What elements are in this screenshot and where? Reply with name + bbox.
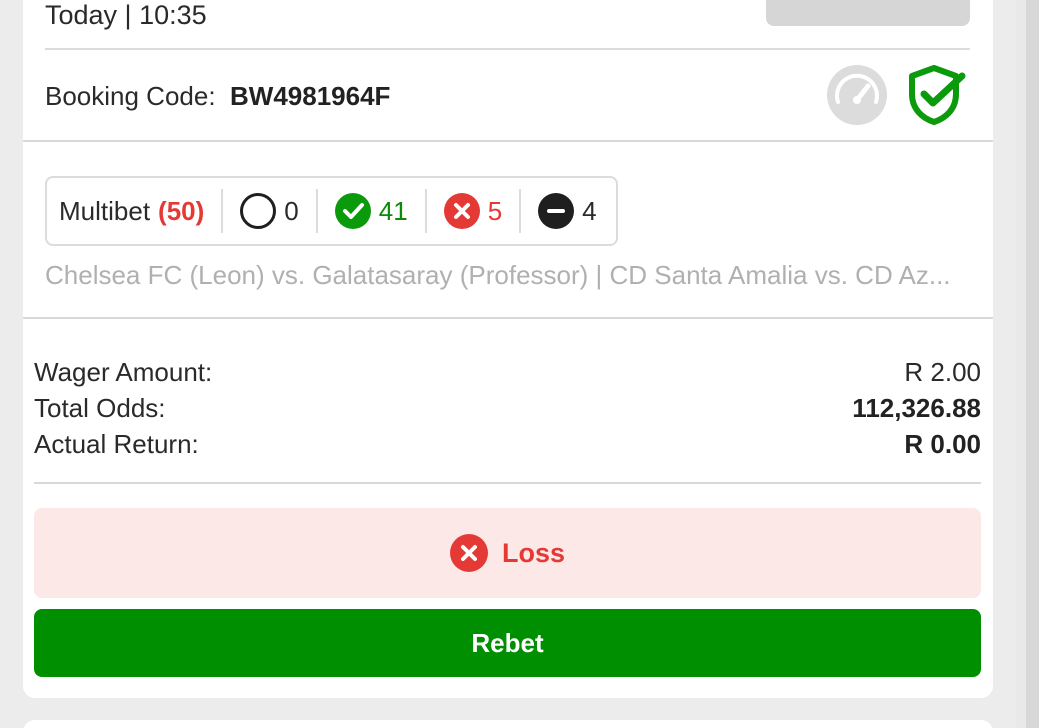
void-count: 4	[582, 195, 597, 226]
speedometer-icon[interactable]	[826, 64, 888, 126]
check-circle-icon	[334, 193, 371, 229]
multibet-count: (50)	[158, 195, 205, 226]
bet-status-banner: Loss	[34, 508, 981, 598]
open-circle-icon	[240, 193, 277, 229]
bet-summary: Multibet (50) 0 41 5 4	[45, 176, 618, 246]
total-odds-label: Total Odds:	[34, 393, 166, 423]
loss-x-icon	[449, 534, 488, 572]
bet-date-time: Today | 10:35	[45, 0, 207, 30]
minus-circle-icon	[538, 193, 575, 229]
open-count: 0	[284, 195, 299, 226]
bet-status-label: Loss	[501, 537, 566, 568]
wager-amount-label: Wager Amount:	[34, 357, 213, 387]
total-odds-value: 112,326.88	[852, 393, 981, 423]
next-bet-card	[23, 720, 993, 728]
won-segment: 41	[315, 189, 425, 233]
lost-count: 5	[487, 195, 503, 226]
total-odds-row: Total Odds: 112,326.88	[34, 393, 981, 424]
void-segment: 4	[519, 189, 613, 233]
bet-history-page: Today | 10:35 Detail View Booking Code: …	[0, 0, 1039, 728]
lost-segment: 5	[424, 189, 519, 233]
x-circle-icon	[443, 193, 480, 229]
actual-return-label: Actual Return:	[34, 429, 199, 459]
matches-summary[interactable]: Chelsea FC (Leon) vs. Galatasaray (Profe…	[45, 260, 965, 291]
rebet-button[interactable]: Rebet	[34, 609, 981, 677]
wager-amount-row: Wager Amount: R 2.00	[34, 357, 981, 388]
section-divider	[23, 317, 993, 319]
amount-divider	[34, 482, 981, 484]
scrollbar-edge	[1026, 0, 1039, 728]
wager-amount-value: R 2.00	[904, 357, 981, 387]
booking-code-value: BW4981964F	[230, 81, 391, 111]
open-segment: 0	[221, 189, 315, 233]
section-divider	[23, 140, 993, 142]
actual-return-value: R 0.00	[904, 429, 981, 459]
detail-view-button[interactable]: Detail View	[766, 0, 970, 26]
shield-check-icon[interactable]	[906, 64, 966, 126]
bet-card: Today | 10:35 Detail View Booking Code: …	[23, 0, 993, 698]
multibet-label: Multibet	[59, 195, 151, 226]
actual-return-row: Actual Return: R 0.00	[34, 429, 981, 460]
won-count: 41	[378, 195, 408, 226]
multibet-segment: Multibet (50)	[47, 189, 221, 233]
booking-code-label: Booking Code:	[45, 81, 216, 111]
divider	[45, 48, 970, 50]
